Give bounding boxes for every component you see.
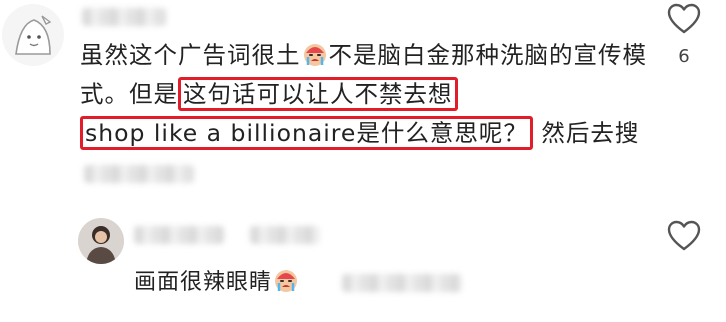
avatar-photo-icon bbox=[78, 218, 124, 264]
comment-body: 虽然这个广告词很土 不是脑白金那种洗脑的宣传模式。但是 这句话可以让人不禁去想 sho… bbox=[80, 36, 650, 192]
highlighted-phrase-1: 这句话可以让人不禁去想 bbox=[178, 77, 458, 111]
reply-heart-like-icon[interactable] bbox=[667, 220, 701, 252]
comment-timestamp-blurred bbox=[84, 164, 194, 183]
reply-meta-blurred bbox=[342, 274, 462, 292]
highlighted-phrase-2: shop like a billionaire是什么意思呢？ bbox=[80, 116, 533, 150]
reply-body: 画面很辣眼睛 bbox=[134, 267, 300, 299]
commenter-avatar[interactable] bbox=[2, 4, 64, 66]
reply-avatar[interactable] bbox=[78, 218, 124, 264]
comment-text-part-1: 虽然这个广告词很土 bbox=[80, 41, 301, 69]
heart-like-icon[interactable] bbox=[667, 3, 701, 35]
like-count: 6 bbox=[678, 46, 690, 67]
avatar-illustration-icon bbox=[2, 4, 64, 66]
crying-face-icon bbox=[275, 270, 298, 292]
commenter-name-blurred[interactable] bbox=[82, 8, 166, 26]
comment-text-part-3: 然后去搜 bbox=[532, 119, 640, 147]
reply-text: 画面很辣眼睛 bbox=[134, 270, 273, 295]
reply-to-name-blurred[interactable] bbox=[250, 226, 320, 244]
crying-face-icon bbox=[303, 44, 326, 66]
reply-name-blurred[interactable] bbox=[134, 226, 224, 244]
